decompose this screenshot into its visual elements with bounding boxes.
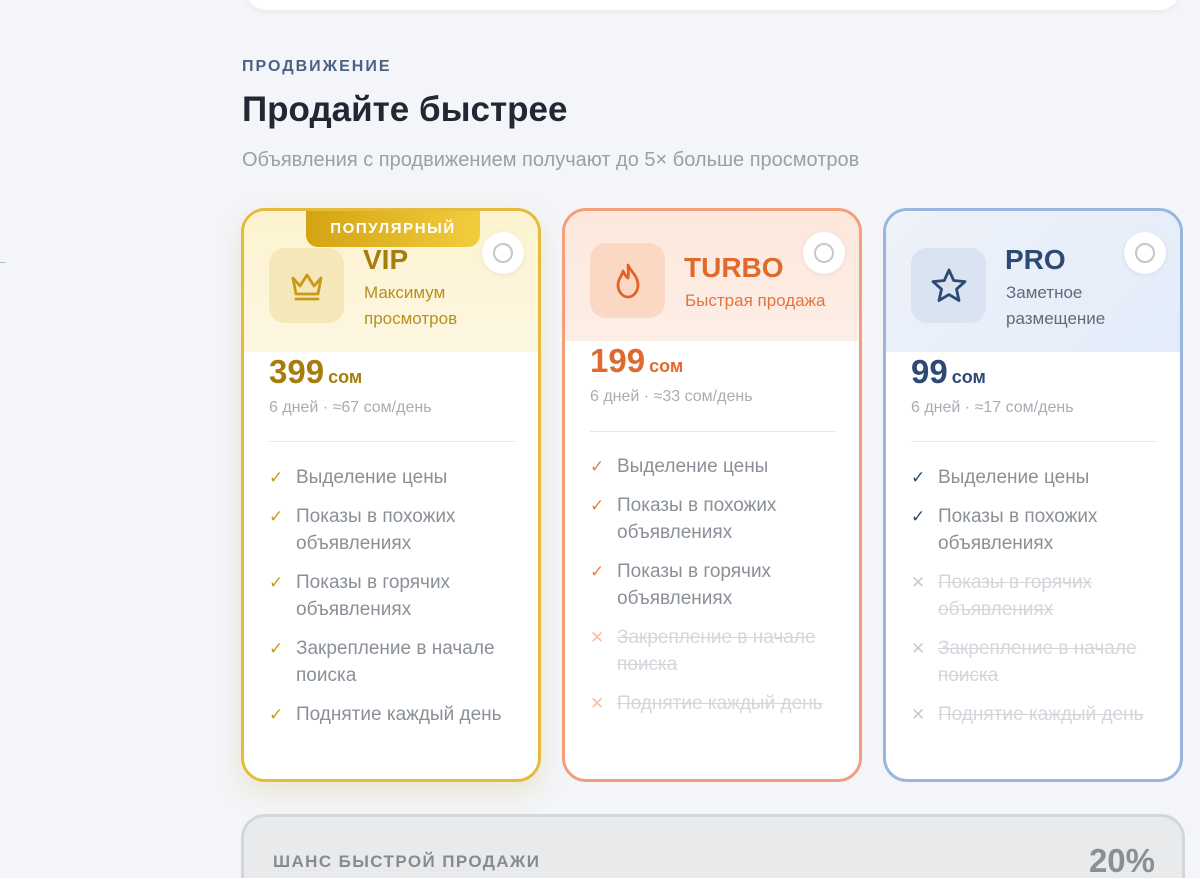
cross-icon: ✕ [590,628,605,647]
chance-value: 20% [1088,842,1155,878]
plan-icon-box [269,248,344,323]
feature-list: ✓ Выделение цены ✓ Показы в похожих объявл… [269,464,519,740]
feature-label: Выделение цены [617,456,769,477]
check-icon: ✓ [590,562,605,581]
check-icon: ✓ [590,496,605,515]
price-per-day: 6 дней · ≈17 сом/день [911,399,1074,416]
feature-item: ✓ Выделение цены [590,453,840,480]
cross-icon: ✕ [911,573,926,592]
feature-label: Показы в похожих объявлениях [296,506,456,554]
feature-label: Показы в горячих объявлениях [938,572,1093,620]
feature-label: Закрепление в начале поиска [938,638,1137,686]
price-amount: 399 [269,353,325,390]
feature-item: ✓ Показы в горячих объявлениях [269,569,519,623]
check-icon: ✓ [269,468,284,487]
plan-icon-box [590,243,665,318]
crown-icon [291,273,322,300]
feature-label: Поднятие каждый день [296,704,502,725]
feature-item: ✓ Показы в похожих объявлениях [269,503,519,557]
cross-icon: ✕ [590,694,605,713]
cross-icon: ✕ [911,639,926,658]
check-icon: ✓ [590,457,605,476]
feature-label: Показы в горячих объявлениях [617,561,772,609]
feature-item-disabled: ✕ Закрепление в начале поиска [590,624,840,678]
feature-label: Показы в горячих объявлениях [296,572,451,620]
feature-label: Поднятие каждый день [938,704,1144,725]
star-icon [931,268,966,302]
cross-icon: ✕ [911,705,926,724]
plan-name: VIP [363,244,409,275]
plan-card-pro[interactable]: PRO Заметное размещение 99 сом 6 дней · ≈… [883,208,1183,782]
section-eyebrow: ПРОДВИЖЕНИЕ [242,58,392,75]
plan-price: 99 сом [911,353,986,391]
feature-label: Поднятие каждый день [617,693,823,714]
feature-item-disabled: ✕ Закрепление в начале поиска [911,635,1161,689]
feature-item-disabled: ✕ Показы в горячих объявлениях [911,569,1161,623]
price-amount: 99 [911,353,948,390]
divider [911,441,1157,442]
check-icon: ✓ [269,705,284,724]
popular-badge: ПОПУЛЯРНЫЙ [306,211,480,247]
plan-price: 399 сом [269,353,362,391]
fast-sale-chance-card: ШАНС БЫСТРОЙ ПРОДАЖИ 20% [241,814,1185,878]
flame-icon [616,263,639,298]
feature-list: ✓ Выделение цены ✓ Показы в похожих объявл… [911,464,1161,740]
feature-item-disabled: ✕ Поднятие каждый день [590,690,840,717]
feature-list: ✓ Выделение цены ✓ Показы в похожих объявл… [590,453,840,729]
plan-description: Заметное размещение [1006,283,1106,328]
plan-radio[interactable] [803,232,845,274]
plan-radio[interactable] [1124,232,1166,274]
feature-item: ✓ Выделение цены [911,464,1161,491]
previous-section-card [246,0,1180,10]
feature-label: Закрепление в начале поиска [296,638,495,686]
feature-label: Показы в похожих объявлениях [617,495,777,543]
feature-item: ✓ Поднятие каждый день [269,701,519,728]
section-title: Продайте быстрее [242,90,568,129]
check-icon: ✓ [269,639,284,658]
feature-item: ✓ Показы в похожих объявлениях [590,492,840,546]
price-amount: 199 [590,342,646,379]
plan-icon-box [911,248,986,323]
feature-item: ✓ Показы в горячих объявлениях [590,558,840,612]
plan-price: 199 сом [590,342,683,380]
plan-description: Максимум просмотров [364,283,458,328]
check-icon: ✓ [269,507,284,526]
price-currency: сом [328,367,363,387]
price-per-day: 6 дней · ≈33 сом/день [590,388,753,405]
plan-card-turbo[interactable]: TURBO Быстрая продажа 199 сом 6 дней · ≈3… [562,208,862,782]
edge-divider [0,262,6,263]
price-currency: сом [951,367,986,387]
feature-label: Закрепление в начале поиска [617,627,816,675]
price-per-day: 6 дней · ≈67 сом/день [269,399,432,416]
check-icon: ✓ [911,507,926,526]
feature-label: Выделение цены [296,467,448,488]
plan-card-vip[interactable]: ПОПУЛЯРНЫЙ VIP Максимум просмотров 399 со… [241,208,541,782]
plan-name: TURBO [684,252,784,283]
check-icon: ✓ [269,573,284,592]
check-icon: ✓ [911,468,926,487]
feature-item: ✓ Закрепление в начале поиска [269,635,519,689]
divider [269,441,515,442]
divider [590,431,836,432]
plan-description: Быстрая продажа [685,291,826,310]
feature-label: Выделение цены [938,467,1090,488]
feature-label: Показы в похожих объявлениях [938,506,1098,554]
plan-radio[interactable] [482,232,524,274]
plan-name: PRO [1005,244,1066,275]
feature-item: ✓ Выделение цены [269,464,519,491]
feature-item: ✓ Показы в похожих объявлениях [911,503,1161,557]
chance-label: ШАНС БЫСТРОЙ ПРОДАЖИ [273,852,541,871]
feature-item-disabled: ✕ Поднятие каждый день [911,701,1161,728]
section-subtitle: Объявления с продвижением получают до 5×… [242,149,860,171]
price-currency: сом [649,356,684,376]
